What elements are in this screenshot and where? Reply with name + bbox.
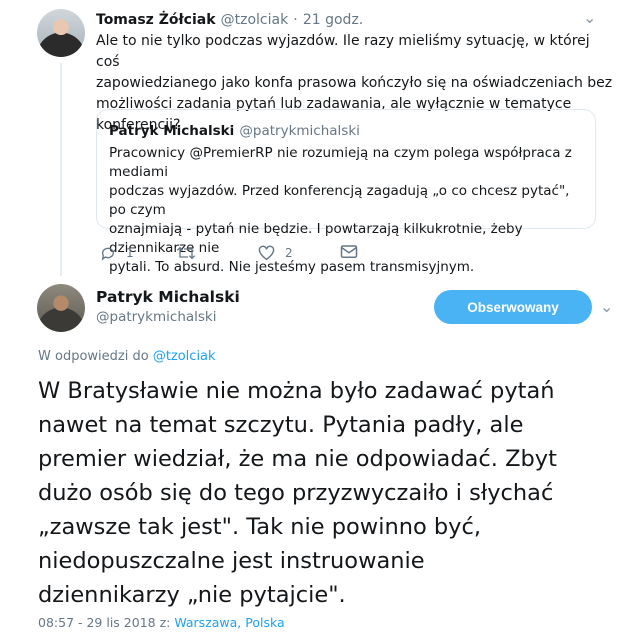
follow-button[interactable]: Obserwowany [434, 290, 592, 324]
chevron-down-icon[interactable]: ⌄ [583, 8, 596, 27]
main-author-avatar[interactable] [37, 284, 85, 332]
main-text-line: nawet na temat szczytu. Pytania padły, a… [38, 412, 524, 438]
main-text-line: dużo osób się do tego przyzwyczaiło i sł… [38, 480, 554, 506]
replying-to-link[interactable]: @tzolciak [153, 349, 216, 364]
main-text-line: premier wiedział, że ma nie odpowiadać. … [38, 446, 557, 472]
reply-header: Tomasz Żółciak @tzolciak · 21 godz. [96, 9, 363, 28]
reply-action[interactable]: 1 [100, 245, 134, 261]
reply-author-avatar[interactable] [37, 9, 85, 57]
tweet-location[interactable]: Warszawa, Polska [174, 615, 284, 630]
main-author-handle[interactable]: @patrykmichalski [96, 309, 240, 325]
thread-line [60, 63, 62, 276]
replying-to: W odpowiedzi do @tzolciak [38, 349, 216, 364]
retweet-action[interactable] [176, 245, 206, 261]
reply-author-name[interactable]: Tomasz Żółciak [96, 12, 216, 28]
tweet-timestamp[interactable]: 08:57 - 29 lis 2018 z: [38, 615, 174, 630]
reply-time[interactable]: 21 godz. [303, 12, 363, 28]
quoted-text-line: podczas wyjazdów. Przed konferencją zaga… [109, 183, 570, 218]
quoted-author-name: Patryk Michalski [109, 123, 235, 139]
tweet-meta: 08:57 - 29 lis 2018 z: Warszawa, Polska [38, 615, 285, 630]
reply-icon [101, 247, 114, 261]
quoted-author-handle: @patrykmichalski [239, 123, 360, 139]
retweet-icon [176, 246, 196, 260]
header-separator: · [293, 12, 298, 28]
envelope-icon [340, 245, 358, 258]
reply-author-handle[interactable]: @tzolciak [221, 12, 289, 28]
main-text-line: niedopuszczalne jest instruowanie [38, 548, 425, 574]
main-text-line: „zawsze tak jest". Tak nie powinno być, [38, 514, 482, 540]
main-tweet-text: W Bratysławie nie można było zadawać pyt… [38, 374, 618, 612]
quoted-text-line: Pracownicy @PremierRP nie rozumieją na c… [109, 145, 572, 180]
chevron-down-icon[interactable]: ⌄ [600, 297, 613, 316]
heart-icon [258, 245, 275, 261]
replying-prefix: W odpowiedzi do [38, 349, 153, 364]
main-text-line: dziennikarzy „nie pytajcie". [38, 582, 346, 608]
like-count: 2 [285, 246, 293, 260]
main-author-name[interactable]: Patryk Michalski [96, 288, 240, 306]
reply-text-line: zapowiedzianego jako konfa prasowa kończ… [96, 75, 613, 91]
quoted-tweet[interactable]: Patryk Michalski @patrykmichalski Pracow… [96, 109, 596, 275]
main-text-line: W Bratysławie nie można było zadawać pyt… [38, 378, 555, 404]
reply-count: 1 [126, 246, 134, 260]
like-action[interactable]: 2 [258, 245, 293, 261]
direct-message-action[interactable] [340, 244, 368, 260]
main-author-block: Patryk Michalski @patrykmichalski [96, 288, 240, 325]
reply-text-line: Ale to nie tylko podczas wyjazdów. Ile r… [96, 33, 590, 70]
